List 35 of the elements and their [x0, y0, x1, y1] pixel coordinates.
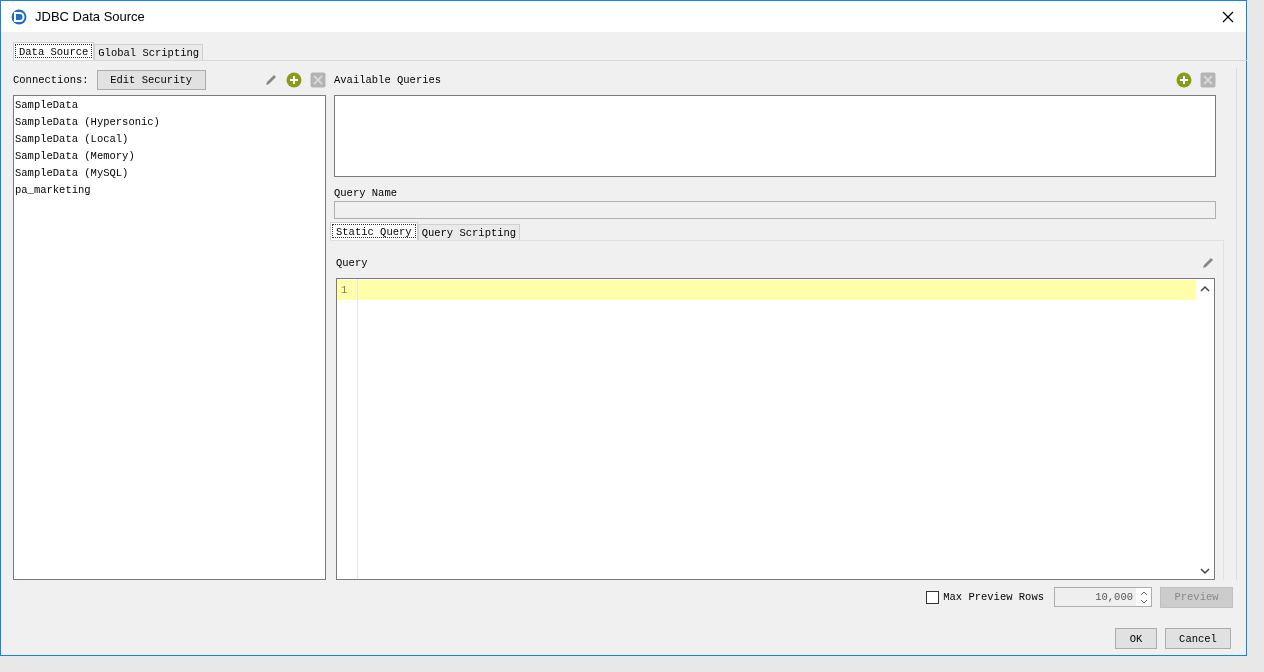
line-number: 1	[337, 280, 357, 300]
query-name-label: Query Name	[334, 187, 398, 199]
pencil-icon[interactable]	[264, 73, 278, 87]
scroll-up-icon[interactable]	[1200, 285, 1210, 292]
add-icon[interactable]	[286, 72, 302, 88]
connection-item[interactable]: SampleData (Local)	[15, 131, 324, 148]
tab[interactable]: Data Source	[13, 42, 95, 60]
connections-label: Connections:	[13, 74, 89, 86]
edit-security-button[interactable]: Edit Security	[96, 70, 206, 90]
dialog-button[interactable]: OK	[1115, 628, 1157, 649]
delete-icon[interactable]	[1200, 72, 1216, 88]
available-queries-label: Available Queries	[334, 74, 442, 86]
tab[interactable]: Static Query	[330, 222, 418, 240]
connection-item[interactable]: SampleData (MySQL)	[15, 165, 324, 182]
query-label: Query	[336, 257, 368, 269]
preview-rows-spinner[interactable]: 10,000	[1054, 587, 1152, 607]
pencil-icon[interactable]	[1201, 256, 1215, 270]
checkbox[interactable]	[926, 590, 940, 604]
connection-item[interactable]: pa_marketing	[15, 182, 324, 199]
connection-item[interactable]: SampleData (Memory)	[15, 148, 324, 165]
close-icon[interactable]	[1222, 10, 1234, 23]
window-title: JDBC Data Source	[35, 9, 146, 24]
max-preview-rows-label[interactable]: Max Preview Rows	[943, 591, 1044, 603]
connection-item[interactable]: SampleData	[15, 97, 324, 114]
query-editor[interactable]: 1	[336, 278, 1215, 580]
delete-icon[interactable]	[310, 72, 326, 88]
app-logo-icon	[11, 8, 27, 25]
add-icon[interactable]	[1176, 72, 1192, 88]
dialog-button[interactable]: Cancel	[1165, 628, 1231, 649]
connection-item[interactable]: SampleData (Hypersonic)	[15, 114, 324, 131]
spin-up-icon[interactable]	[1139, 590, 1148, 596]
tab[interactable]: Global Scripting	[94, 44, 204, 60]
scroll-down-icon[interactable]	[1200, 568, 1210, 575]
spin-down-icon[interactable]	[1139, 598, 1148, 604]
tab[interactable]: Query Scripting	[417, 224, 521, 240]
